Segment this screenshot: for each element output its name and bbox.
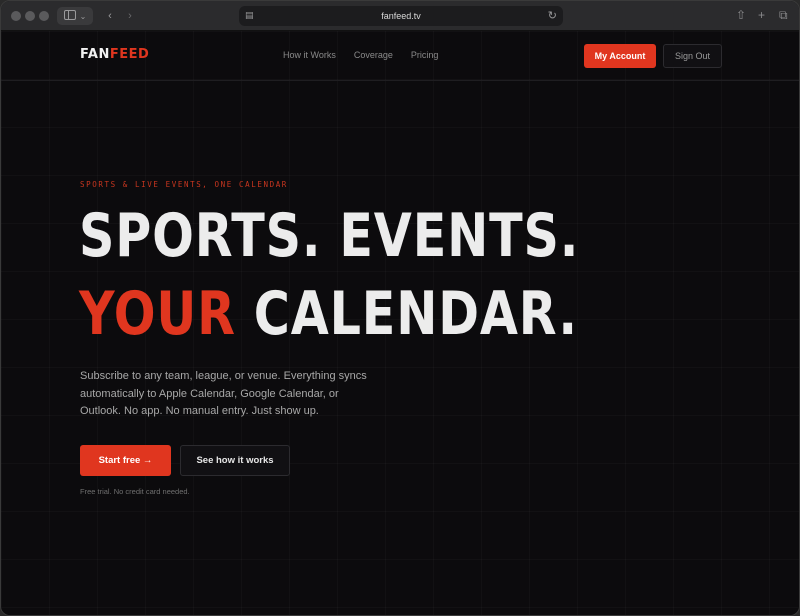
nav-link-pricing[interactable]: Pricing (411, 50, 439, 60)
see-how-it-works-button[interactable]: See how it works (180, 445, 290, 476)
sidebar-toggle-button[interactable]: ⌄ (57, 7, 93, 25)
headline-line-1: SPORTS. EVENTS. (79, 201, 580, 271)
nav-link-coverage[interactable]: Coverage (354, 50, 393, 60)
page-content: FAN FEED How it Works Coverage Pricing M… (1, 31, 799, 615)
chevron-left-icon: ‹ (108, 10, 112, 22)
chevron-right-icon: › (128, 10, 132, 22)
start-free-button[interactable]: Start free → (80, 445, 171, 476)
nav-links: How it Works Coverage Pricing (283, 50, 438, 60)
logo-part-1: FAN (80, 47, 110, 62)
reload-icon[interactable]: ↻ (548, 9, 557, 22)
site-logo[interactable]: FAN FEED (80, 47, 149, 62)
free-trial-note: Free trial. No credit card needed. (80, 487, 190, 496)
headline-accent-word: YOUR (79, 279, 236, 349)
my-account-button[interactable]: My Account (584, 44, 656, 68)
share-icon[interactable]: ⇧ (736, 8, 746, 22)
close-window-button[interactable] (11, 11, 21, 21)
reader-icon[interactable]: ▤ (245, 10, 254, 21)
nav-link-how-it-works[interactable]: How it Works (283, 50, 336, 60)
address-bar[interactable]: ▤ fanfeed.tv ↻ (239, 6, 563, 26)
hero-description: Subscribe to any team, league, or venue.… (80, 370, 367, 417)
chevron-down-icon: ⌄ (79, 11, 87, 21)
logo-part-2: FEED (109, 47, 150, 62)
url-text: fanfeed.tv (381, 11, 421, 21)
forward-button[interactable]: › (121, 7, 139, 25)
plus-icon[interactable]: + (758, 8, 765, 22)
minimize-window-button[interactable] (25, 11, 35, 21)
hero-headline: SPORTS. EVENTS. YOUR CALENDAR. (79, 197, 579, 353)
sidebar-icon (63, 9, 76, 23)
tabs-overview-icon[interactable]: ⧉ (779, 8, 788, 23)
back-button[interactable]: ‹ (101, 7, 119, 25)
hero-eyebrow: SPORTS & LIVE EVENTS, ONE CALENDAR (80, 180, 288, 189)
zoom-window-button[interactable] (39, 11, 49, 21)
browser-window: ⌄ ‹ › ▤ fanfeed.tv ↻ ⇧ + ⧉ FAN FEED How … (0, 0, 800, 616)
site-header: FAN FEED How it Works Coverage Pricing M… (1, 31, 799, 81)
browser-toolbar: ⌄ ‹ › ▤ fanfeed.tv ↻ ⇧ + ⧉ (1, 1, 799, 31)
headline-line-2-rest: CALENDAR. (235, 279, 578, 349)
sign-out-button[interactable]: Sign Out (663, 44, 722, 68)
headline-line-2: YOUR CALENDAR. (79, 275, 579, 353)
